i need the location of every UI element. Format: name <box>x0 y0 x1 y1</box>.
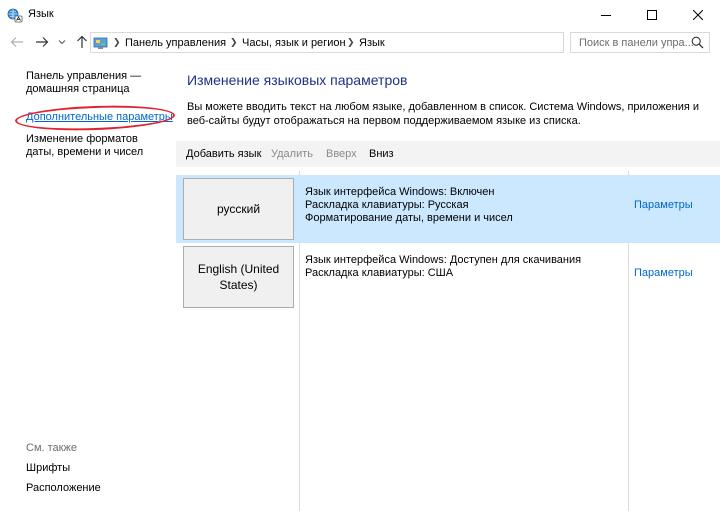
page-description: Вы можете вводить текст на любом языке, … <box>187 101 700 127</box>
maximize-icon <box>647 10 657 20</box>
arrow-left-icon <box>10 37 23 47</box>
breadcrumb-separator-icon: ❯ <box>347 37 355 47</box>
title-bar: Язык <box>0 0 720 30</box>
language-details: Язык интерфейса Windows: Включен Расклад… <box>305 186 513 225</box>
location-link[interactable]: Расположение <box>26 482 101 495</box>
add-language-button[interactable]: Добавить язык <box>186 148 261 160</box>
page-title: Изменение языковых параметров <box>187 72 408 88</box>
close-icon <box>693 10 703 20</box>
breadcrumb-clock-region[interactable]: Часы, язык и регион <box>242 37 346 49</box>
arrow-right-icon <box>36 37 49 47</box>
language-tile[interactable]: English (United States) <box>183 246 294 308</box>
fonts-link[interactable]: Шрифты <box>26 462 70 475</box>
minimize-icon <box>601 15 611 16</box>
move-up-button[interactable]: Вверх <box>326 148 357 160</box>
breadcrumb-control-panel[interactable]: Панель управления <box>125 37 226 49</box>
maximize-button[interactable] <box>629 0 675 30</box>
breadcrumb-separator-icon: ❯ <box>113 37 121 47</box>
language-detail-line: Форматирование даты, времени и чисел <box>305 212 513 224</box>
up-button[interactable] <box>73 33 91 51</box>
arrow-up-icon <box>77 35 87 48</box>
language-options-link[interactable]: Параметры <box>634 267 693 279</box>
language-details: Язык интерфейса Windows: Доступен для ск… <box>305 254 581 280</box>
search-box[interactable] <box>570 32 710 53</box>
breadcrumb-separator-icon: ❯ <box>230 37 238 47</box>
language-app-icon <box>7 7 23 23</box>
search-input[interactable] <box>571 33 693 52</box>
advanced-settings-link[interactable]: Дополнительные параметры <box>26 111 173 124</box>
chevron-down-icon <box>58 40 66 45</box>
language-row-russian[interactable]: русский Язык интерфейса Windows: Включен… <box>176 175 720 243</box>
window-title: Язык <box>28 8 54 20</box>
language-list: русский Язык интерфейса Windows: Включен… <box>176 171 720 511</box>
control-panel-home-link[interactable]: Панель управления — домашняя страница <box>26 70 166 96</box>
back-button[interactable] <box>8 33 26 51</box>
search-icon[interactable] <box>691 36 704 49</box>
remove-language-button[interactable]: Удалить <box>271 148 313 160</box>
forward-button[interactable] <box>33 33 51 51</box>
minimize-button[interactable] <box>583 0 629 30</box>
address-bar[interactable]: ❯ Панель управления ❯ Часы, язык и регио… <box>90 32 651 53</box>
language-detail-line: Раскладка клавиатуры: Русская <box>305 199 469 211</box>
language-row-english[interactable]: English (United States) Язык интерфейса … <box>176 243 720 311</box>
see-also-heading: См. также <box>26 442 77 454</box>
recent-locations-button[interactable] <box>56 33 68 51</box>
breadcrumb-language[interactable]: Язык <box>359 37 385 49</box>
language-detail-line: Язык интерфейса Windows: Доступен для ск… <box>305 254 582 266</box>
navigation-bar: ❯ Панель управления ❯ Часы, язык и регио… <box>0 30 720 54</box>
main-content: Изменение языковых параметров Вы можете … <box>176 54 720 511</box>
language-tile[interactable]: русский <box>183 178 294 240</box>
language-toolbar: Добавить язык Удалить Вверх Вниз <box>176 141 720 167</box>
control-panel-icon <box>93 35 109 51</box>
language-detail-line: Язык интерфейса Windows: Включен <box>305 186 495 198</box>
change-formats-link[interactable]: Изменение форматов даты, времени и чисел <box>26 133 166 159</box>
close-button[interactable] <box>675 0 720 30</box>
left-pane: Панель управления — домашняя страница До… <box>0 54 176 511</box>
language-options-link[interactable]: Параметры <box>634 199 693 211</box>
move-down-button[interactable]: Вниз <box>369 148 394 160</box>
language-detail-line: Раскладка клавиатуры: США <box>305 267 454 279</box>
